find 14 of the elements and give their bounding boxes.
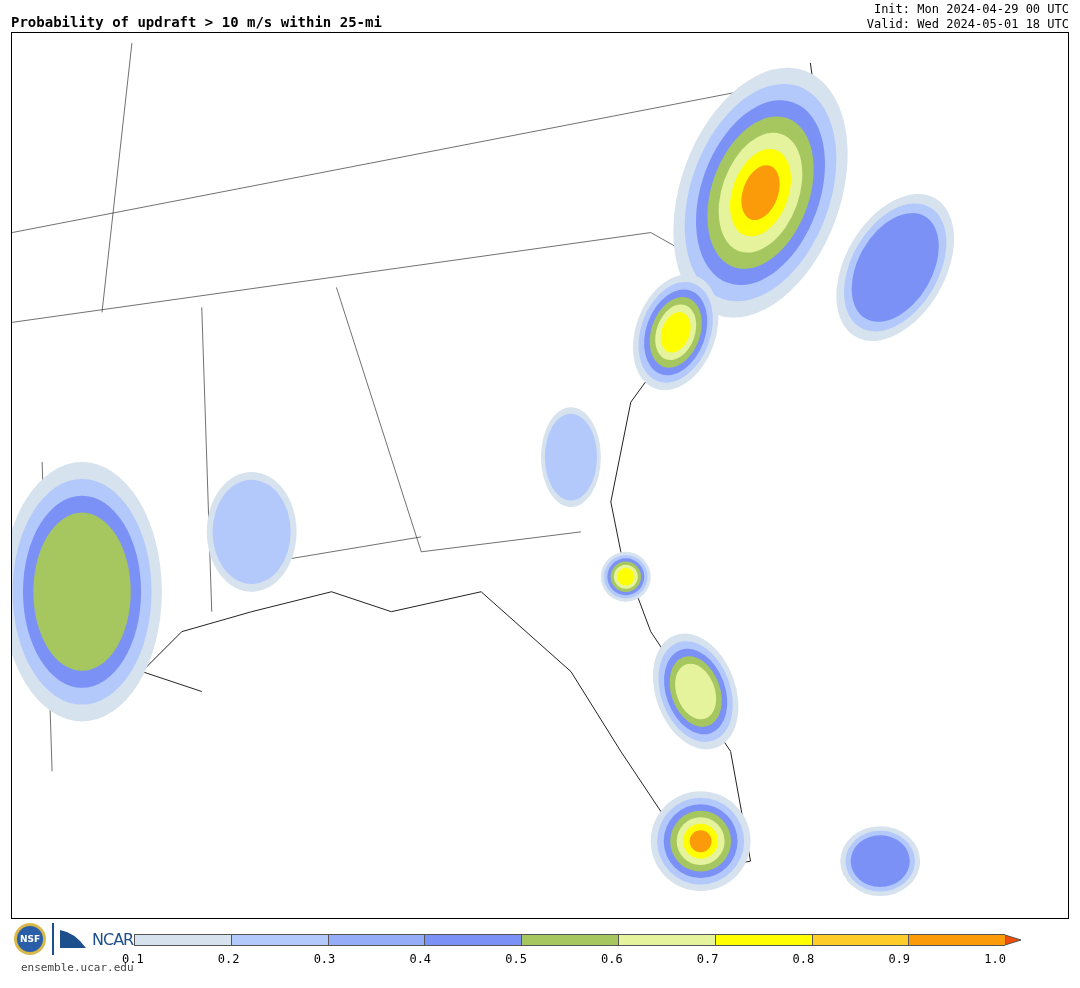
legend-tick-label: 0.4 [409, 952, 433, 966]
legend-tick-label: 0.3 [313, 952, 337, 966]
legend-tick-label: 0.9 [888, 952, 912, 966]
legend-tick-label: 0.6 [601, 952, 624, 966]
time-label: Valid: Wed 2024-05-01 18 UTC [866, 17, 1069, 32]
chart-title: Probability of updraft > 10 m/s within 25-mi [11, 14, 382, 32]
legend-tick-label: 1.0 [984, 952, 1007, 966]
org-logo: NCAR [92, 929, 134, 949]
legend-tick-label: 0.5 [505, 952, 528, 966]
seal-logo: NSF [14, 923, 46, 955]
legend-tick-label: 0.2 [217, 952, 241, 966]
time-label: Init: Mon 2024-04-29 00 UTC [873, 2, 1069, 17]
legend-tick-label: 0.8 [792, 952, 816, 966]
legend-tick-label: 0.7 [696, 952, 720, 966]
